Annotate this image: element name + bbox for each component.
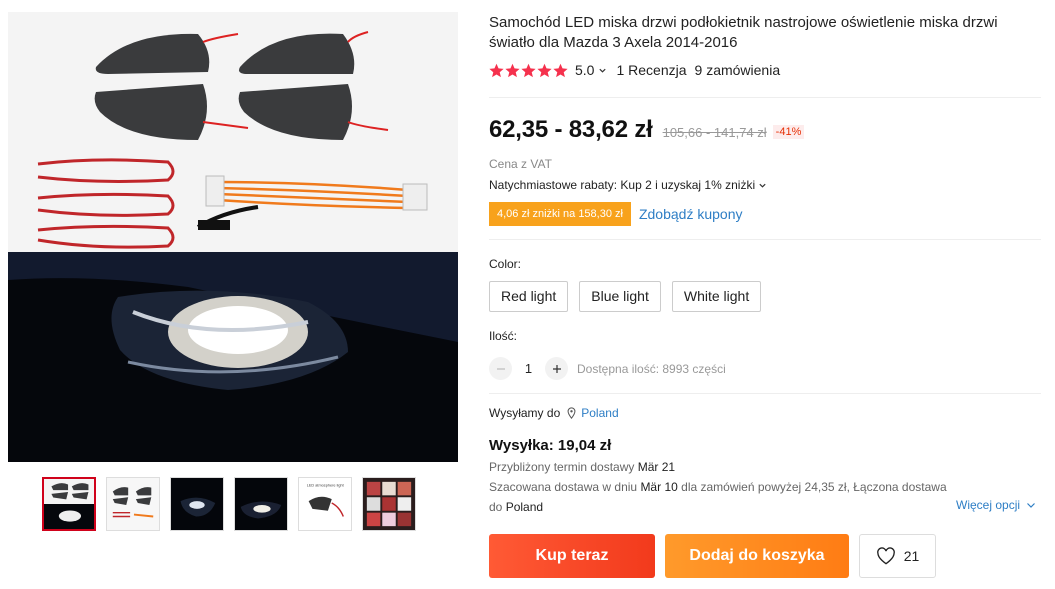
coupon-row: 4,06 zł zniżki na 158,30 zł Zdobądź kupo… xyxy=(487,202,743,226)
delivery-estimate: Przybliżony termin dostawy Mär 21 xyxy=(489,457,675,477)
delivery-estimate-date: Mär 21 xyxy=(637,460,676,474)
delivery-estimate-detail: Szacowana dostawa w dniu Mär 10 dla zamó… xyxy=(489,477,947,497)
color-options: Red light Blue light White light xyxy=(489,281,762,312)
divider xyxy=(489,393,1041,394)
coupon-badge: 4,06 zł zniżki na 158,30 zł xyxy=(487,202,633,226)
delivery-detail-prefix: Szacowana dostawa w dniu xyxy=(489,480,638,494)
wishlist-button[interactable]: 21 xyxy=(859,534,936,578)
quantity-decrease-button[interactable] xyxy=(489,357,512,380)
rating-row: 5.0 1 Recenzja 9 zamówienia xyxy=(489,62,780,78)
current-price: 62,35 - 83,62 zł xyxy=(489,116,653,143)
star-icon xyxy=(505,63,520,77)
color-option-blue[interactable]: Blue light xyxy=(579,281,661,312)
thumbnail-5[interactable]: LED atmosphere light xyxy=(298,477,352,531)
chevron-down-icon xyxy=(1027,503,1035,508)
quantity-input[interactable]: 1 xyxy=(512,361,545,376)
price-row: 62,35 - 83,62 zł 105,66 - 141,74 zł -41% xyxy=(489,116,805,144)
wishlist-count: 21 xyxy=(903,548,920,564)
quantity-label: Ilość: xyxy=(489,329,518,343)
shipping-cost: Wysyłka: 19,04 zł xyxy=(489,437,612,454)
ship-to-country-link[interactable]: Poland xyxy=(581,406,618,420)
more-options-label: Więcej opcji xyxy=(956,498,1021,512)
instant-rebate[interactable]: Natychmiastowe rabaty: Kup 2 i uzyskaj 1… xyxy=(489,178,776,192)
color-label: Color: xyxy=(489,257,522,271)
get-coupons-link[interactable]: Zdobądź kupony xyxy=(639,206,743,222)
rating-value[interactable]: 5.0 xyxy=(575,62,594,78)
rebate-text: Natychmiastowe rabaty: Kup 2 i uzyskaj 1… xyxy=(489,178,756,192)
original-price: 105,66 - 141,74 zł xyxy=(662,124,767,140)
add-to-cart-button[interactable]: Dodaj do koszyka xyxy=(665,534,849,578)
delivery-detail-date: Mär 10 xyxy=(640,480,678,494)
star-icon xyxy=(553,63,568,77)
star-icon xyxy=(537,63,552,77)
thumbnail-5-caption: LED atmosphere light xyxy=(307,484,345,488)
star-icon xyxy=(521,63,536,77)
thumbnail-6[interactable] xyxy=(362,477,416,531)
heart-icon xyxy=(876,547,895,565)
thumbnail-3[interactable] xyxy=(170,477,224,531)
thumbnail-1[interactable] xyxy=(42,477,96,531)
quantity-increase-button[interactable] xyxy=(545,357,568,380)
delivery-destination-prefix: do xyxy=(489,500,503,514)
delivery-detail-suffix: dla zamówień powyżej 24,35 zł, Łączona d… xyxy=(681,480,947,494)
thumbnail-2[interactable] xyxy=(106,477,160,531)
divider xyxy=(489,97,1041,98)
vat-note: Cena z VAT xyxy=(489,157,552,171)
chevron-down-icon[interactable] xyxy=(758,181,767,190)
location-pin-icon xyxy=(567,407,576,419)
divider xyxy=(489,239,1041,240)
more-shipping-options[interactable]: Więcej opcji xyxy=(956,498,1036,512)
quantity-stepper: 1 Dostępna ilość: 8993 części xyxy=(489,357,726,380)
delivery-destination-country: Poland xyxy=(505,500,544,514)
color-option-white[interactable]: White light xyxy=(671,281,762,312)
rating-stars xyxy=(489,63,568,78)
buy-now-button[interactable]: Kup teraz xyxy=(489,534,655,578)
thumbnail-4[interactable] xyxy=(234,477,288,531)
color-option-red[interactable]: Red light xyxy=(489,281,569,312)
thumbnail-strip: LED atmosphere light xyxy=(42,477,416,531)
product-title: Samochód LED miska drzwi podłokietnik na… xyxy=(489,14,998,51)
chevron-down-icon[interactable] xyxy=(598,66,607,75)
delivery-destination: do Poland xyxy=(489,497,543,517)
plus-icon xyxy=(552,364,561,373)
action-buttons: Kup teraz Dodaj do koszyka 21 xyxy=(489,534,936,578)
main-product-image[interactable] xyxy=(8,12,458,462)
reviews-link[interactable]: 1 Recenzja xyxy=(616,62,686,78)
available-quantity: Dostępna ilość: 8993 części xyxy=(577,361,726,376)
ship-to-row: Wysyłamy do Poland xyxy=(489,406,619,420)
star-icon xyxy=(489,63,504,77)
orders-count: 9 zamówienia xyxy=(694,62,781,78)
minus-icon xyxy=(496,367,505,370)
delivery-estimate-label: Przybliżony termin dostawy xyxy=(489,460,635,474)
ship-to-label: Wysyłamy do xyxy=(489,406,561,420)
discount-badge: -41% xyxy=(772,125,805,139)
